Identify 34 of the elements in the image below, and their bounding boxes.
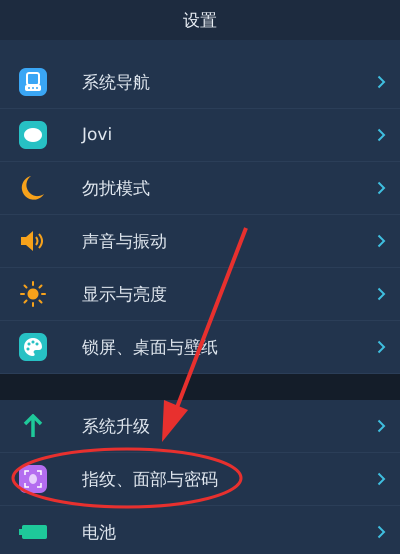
item-label: 勿扰模式 xyxy=(82,178,151,200)
settings-item[interactable]: 指纹、面部与密码 xyxy=(0,453,400,506)
palette-icon xyxy=(19,333,47,361)
settings-item[interactable]: 勿扰模式 xyxy=(0,162,400,215)
up-arrow-icon xyxy=(23,414,43,438)
item-label: 指纹、面部与密码 xyxy=(82,468,219,490)
chevron-icon xyxy=(377,75,386,89)
item-label: 系统升级 xyxy=(82,416,151,438)
moon-icon xyxy=(21,175,45,201)
chevron-icon xyxy=(377,181,386,195)
item-label: 显示与亮度 xyxy=(82,284,168,306)
face-scan-icon xyxy=(19,465,47,493)
item-label: 系统导航 xyxy=(82,72,151,94)
sun-icon xyxy=(20,281,46,307)
item-label: Jovi xyxy=(82,125,114,145)
screen-title: 设置 xyxy=(183,10,217,32)
settings-item[interactable]: 系统导航 xyxy=(0,56,400,109)
chevron-icon xyxy=(377,340,386,354)
chevron-icon xyxy=(377,128,386,142)
settings-item[interactable]: 显示与亮度 xyxy=(0,268,400,321)
settings-item[interactable]: 声音与振动 xyxy=(0,215,400,268)
chevron-icon xyxy=(377,287,386,301)
device-icon xyxy=(19,68,47,96)
item-label: 声音与振动 xyxy=(82,230,168,252)
battery-icon xyxy=(19,525,47,539)
chevron-icon xyxy=(377,472,386,486)
item-label: 电池 xyxy=(82,522,117,544)
bubble-icon xyxy=(19,121,47,149)
settings-item[interactable]: 电池 xyxy=(0,506,400,554)
chevron-icon xyxy=(377,419,386,433)
speaker-icon xyxy=(20,230,46,252)
settings-item[interactable]: Jovi xyxy=(0,109,400,162)
chevron-icon xyxy=(377,234,386,248)
chevron-icon xyxy=(377,525,386,539)
